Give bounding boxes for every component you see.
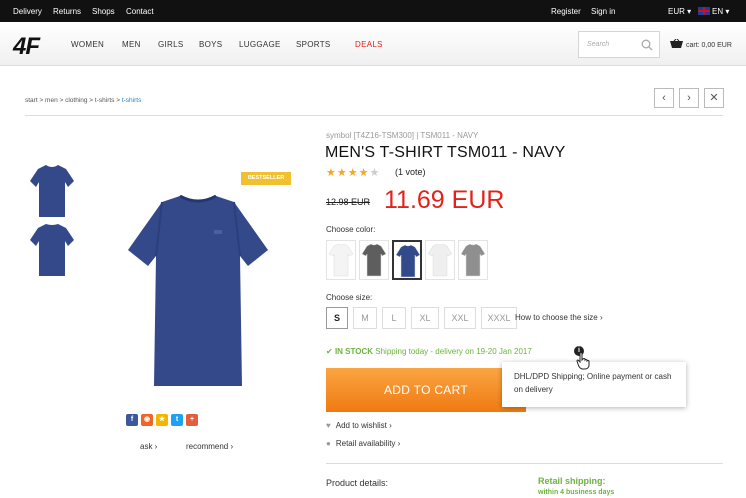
product-image[interactable]	[118, 192, 278, 392]
ask-link[interactable]: ask ›	[140, 442, 157, 451]
star-icon[interactable]: ★	[326, 167, 337, 179]
current-price: 11.69 EUR	[384, 186, 505, 214]
link-contact[interactable]: Contact	[126, 7, 154, 16]
breadcrumb: start > men > clothing > t-shirts > t-sh…	[25, 97, 141, 104]
nav-women[interactable]: WOMEN	[71, 40, 104, 49]
color-swatch[interactable]	[392, 240, 422, 280]
twitter-icon[interactable]: t	[171, 414, 183, 426]
size-option[interactable]: XXXL	[481, 307, 517, 329]
product-details-heading: Product details:	[326, 478, 389, 488]
product-symbol: symbol [T4Z16-TSM300] | TSM011 - NAVY	[326, 131, 479, 140]
size-guide-label: How to choose the size	[515, 313, 598, 322]
heart-icon: ♥	[326, 421, 331, 430]
color-swatch[interactable]	[326, 240, 356, 280]
logo[interactable]: 4F	[13, 33, 40, 61]
hand-cursor-icon	[576, 352, 590, 370]
old-price: 12.98 EUR	[326, 197, 371, 207]
color-swatch[interactable]	[359, 240, 389, 280]
nav-luggage[interactable]: LUGGAGE	[239, 40, 281, 49]
star-icon[interactable]: ★	[156, 414, 168, 426]
recommend-label: recommend	[186, 442, 229, 451]
register-link[interactable]: Register	[551, 7, 581, 16]
tshirt-swatch-icon	[395, 244, 421, 278]
tshirt-swatch-icon	[460, 243, 486, 277]
prev-product-button[interactable]: ‹	[654, 88, 674, 108]
cart-button[interactable]: cart: 0,00 EUR	[670, 38, 732, 49]
add-to-cart-button[interactable]: ADD TO CART	[326, 368, 526, 412]
divider	[25, 115, 723, 116]
link-delivery[interactable]: Delivery	[13, 7, 42, 16]
currency-select[interactable]: EUR ▾	[668, 7, 691, 16]
nav-sports[interactable]: SPORTS	[296, 40, 331, 49]
star-icon[interactable]: ★	[348, 167, 359, 179]
votes-count: (1 vote)	[395, 167, 426, 177]
star-icon[interactable]: ★	[359, 167, 370, 179]
close-button[interactable]: ✕	[704, 88, 724, 108]
divider	[326, 463, 723, 464]
size-option[interactable]: L	[382, 307, 406, 329]
retail-shipping-time: within 4 business days	[538, 489, 615, 496]
nav-deals[interactable]: DEALS	[355, 40, 383, 49]
ask-label: ask	[140, 442, 153, 451]
link-returns[interactable]: Returns	[53, 7, 81, 16]
breadcrumb-path[interactable]: start > men > clothing > t-shirts >	[25, 97, 122, 104]
size-label: Choose size:	[326, 293, 373, 302]
nav-boys[interactable]: BOYS	[199, 40, 222, 49]
size-guide-link[interactable]: How to choose the size ›	[515, 313, 603, 322]
plus-icon[interactable]: +	[186, 414, 198, 426]
color-label: Choose color:	[326, 225, 376, 234]
nav-girls[interactable]: GIRLS	[158, 40, 184, 49]
search-input[interactable]: Search	[578, 31, 660, 58]
star-icon[interactable]: ★	[370, 167, 381, 179]
bestseller-badge: BESTSELLER	[241, 172, 291, 185]
retail-availability-label: Retail availability	[335, 439, 396, 448]
star-icon[interactable]: ★	[337, 167, 348, 179]
facebook-icon[interactable]: f	[126, 414, 138, 426]
location-pin-icon: ●	[326, 439, 331, 448]
thumbnail-back[interactable]	[28, 222, 76, 278]
stock-badge: IN STOCK	[334, 347, 374, 356]
retail-shipping-heading: Retail shipping:	[538, 476, 606, 486]
link-shops[interactable]: Shops	[92, 7, 115, 16]
breadcrumb-current[interactable]: t-shirts	[122, 97, 142, 104]
wishlist-label: Add to wishlist	[335, 421, 387, 430]
product-title: MEN'S T-SHIRT TSM011 - NAVY	[325, 144, 566, 161]
shipping-tooltip: DHL/DPD Shipping; Online payment or cash…	[502, 362, 686, 407]
size-option[interactable]: S	[326, 307, 348, 329]
stock-detail: Shipping today - delivery on 19-20 Jan 2…	[375, 347, 532, 356]
search-placeholder: Search	[587, 41, 610, 48]
search-icon[interactable]	[641, 39, 653, 51]
basket-icon	[670, 38, 683, 48]
top-bar: Delivery Returns Shops Contact Register …	[0, 0, 746, 22]
color-swatch[interactable]	[425, 240, 455, 280]
tshirt-swatch-icon	[427, 243, 453, 277]
add-to-wishlist-link[interactable]: ♥ Add to wishlist ›	[326, 421, 392, 430]
retail-availability-link[interactable]: ● Retail availability ›	[326, 439, 400, 448]
uk-flag-icon	[698, 7, 710, 15]
color-swatch[interactable]	[458, 240, 488, 280]
signin-link[interactable]: Sign in	[591, 7, 615, 16]
stock-status: ✔ IN STOCK Shipping today - delivery on …	[326, 347, 532, 356]
size-option[interactable]: XXL	[444, 307, 476, 329]
recommend-link[interactable]: recommend ›	[186, 442, 233, 451]
next-product-button[interactable]: ›	[679, 88, 699, 108]
main-header: 4F WOMEN MEN GIRLS BOYS LUGGAGE SPORTS D…	[0, 22, 746, 66]
rss-icon[interactable]: ◉	[141, 414, 153, 426]
rating-stars[interactable]: ★★★★★	[326, 166, 380, 179]
tshirt-swatch-icon	[361, 243, 387, 277]
thumbnail-front[interactable]	[28, 163, 76, 219]
cart-total: cart: 0,00 EUR	[686, 42, 732, 49]
tshirt-swatch-icon	[328, 243, 354, 277]
size-option[interactable]: M	[353, 307, 377, 329]
language-select[interactable]: EN ▾	[698, 7, 729, 16]
nav-men[interactable]: MEN	[122, 40, 141, 49]
language-label: EN ▾	[712, 7, 730, 16]
size-option[interactable]: XL	[411, 307, 439, 329]
